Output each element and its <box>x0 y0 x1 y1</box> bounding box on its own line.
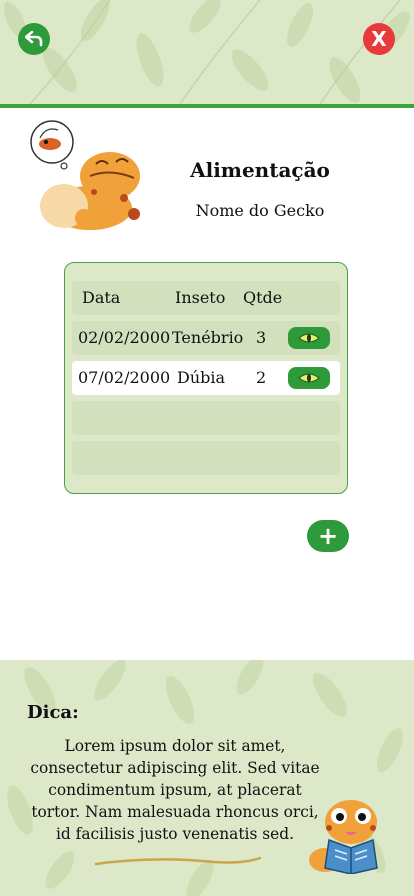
empty-table-row <box>72 441 340 475</box>
back-button[interactable] <box>18 23 50 55</box>
view-button[interactable] <box>288 327 330 349</box>
table-row: 02/02/2000 Tenébrio 3 <box>72 321 340 355</box>
tip-section: Dica: Lorem ipsum dolor sit amet, consec… <box>0 660 414 896</box>
gecko-name: Nome do Gecko <box>195 201 325 220</box>
tip-text: Lorem ipsum dolor sit amet, consectetur … <box>30 737 320 843</box>
top-bar: X <box>0 0 414 108</box>
row-quantity: 3 <box>256 328 267 347</box>
table-header-row: Data Inseto Qtde <box>72 281 340 315</box>
table-row: 07/02/2000 Dúbia 2 <box>72 361 340 395</box>
eye-icon <box>298 373 320 383</box>
empty-table-row <box>72 401 340 435</box>
tip-title: Dica: <box>27 702 79 723</box>
back-arrow-icon <box>25 31 43 47</box>
column-header-inseto: Inseto <box>175 288 226 307</box>
column-header-data: Data <box>82 288 121 307</box>
add-feeding-button[interactable]: + <box>307 520 349 552</box>
close-button[interactable]: X <box>363 23 395 55</box>
decorative-underline <box>94 856 262 866</box>
page-title: Alimentação <box>190 158 330 182</box>
row-quantity: 2 <box>256 368 267 387</box>
reading-gecko-illustration <box>309 800 378 874</box>
column-header-qtde: Qtde <box>243 288 283 307</box>
row-date: 07/02/2000 <box>78 368 171 387</box>
view-button[interactable] <box>288 367 330 389</box>
close-x-icon: X <box>371 27 387 51</box>
eye-icon <box>298 333 320 343</box>
feeding-table: Data Inseto Qtde 02/02/2000 Tenébrio 3 0… <box>64 262 348 494</box>
row-insect: Dúbia <box>177 368 226 387</box>
row-insect: Tenébrio <box>172 328 244 347</box>
row-date: 02/02/2000 <box>78 328 171 347</box>
gecko-mascot-illustration <box>30 120 140 230</box>
leaf-pattern-decoration <box>3 0 410 104</box>
plus-icon: + <box>317 522 339 550</box>
